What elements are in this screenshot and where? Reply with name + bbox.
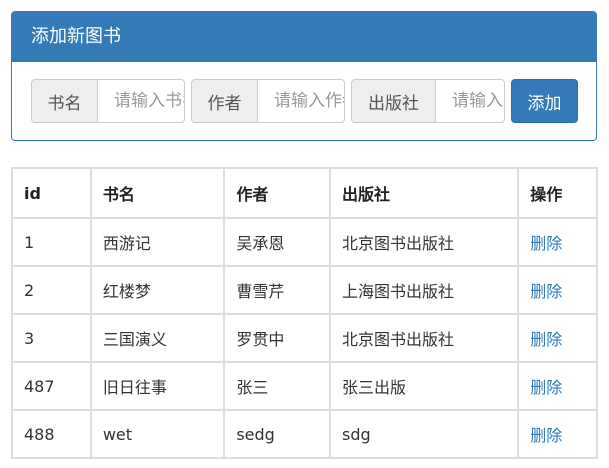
author-label: 作者	[191, 79, 257, 123]
cell-name: wet	[89, 409, 226, 459]
cell-author: 罗贯中	[223, 313, 332, 363]
cell-id: 487	[11, 361, 92, 411]
cell-author: 曹雪芹	[223, 265, 332, 315]
cell-action: 删除	[517, 265, 598, 315]
cell-publisher: 北京图书出版社	[329, 313, 520, 363]
publisher-input[interactable]	[435, 79, 505, 123]
cell-publisher: 上海图书出版社	[329, 265, 520, 315]
add-book-panel: 添加新图书 书名 作者 出版社 添加	[11, 11, 597, 141]
cell-author: 吴承恩	[223, 217, 332, 267]
delete-link[interactable]: 删除	[530, 378, 562, 397]
delete-link[interactable]: 删除	[530, 426, 562, 445]
publisher-label: 出版社	[351, 79, 435, 123]
cell-id: 488	[11, 409, 92, 459]
cell-publisher: 北京图书出版社	[329, 217, 520, 267]
cell-name: 西游记	[89, 217, 226, 267]
cell-action: 删除	[517, 409, 598, 459]
publisher-input-group: 出版社	[351, 79, 505, 123]
cell-id: 1	[11, 217, 92, 267]
cell-action: 删除	[517, 361, 598, 411]
cell-author: 张三	[223, 361, 332, 411]
name-label: 书名	[31, 79, 97, 123]
panel-body: 书名 作者 出版社 添加	[12, 62, 596, 140]
name-input-group: 书名	[31, 79, 185, 123]
header-name: 书名	[89, 167, 226, 219]
add-button[interactable]: 添加	[511, 79, 578, 123]
header-publisher: 出版社	[329, 167, 520, 219]
books-table: id 书名 作者 出版社 操作 1 西游记 吴承恩 北京图书出版社 删除 2 红…	[11, 167, 598, 459]
header-author: 作者	[223, 167, 332, 219]
cell-publisher: 张三出版	[329, 361, 520, 411]
table-row: 487 旧日往事 张三 张三出版 删除	[11, 361, 598, 411]
cell-name: 旧日往事	[89, 361, 226, 411]
table-row: 3 三国演义 罗贯中 北京图书出版社 删除	[11, 313, 598, 363]
cell-action: 删除	[517, 217, 598, 267]
delete-link[interactable]: 删除	[530, 234, 562, 253]
author-input[interactable]	[257, 79, 345, 123]
delete-link[interactable]: 删除	[530, 282, 562, 301]
cell-publisher: sdg	[329, 409, 520, 459]
panel-title: 添加新图书	[12, 12, 596, 62]
cell-name: 红楼梦	[89, 265, 226, 315]
table-row: 488 wet sedg sdg 删除	[11, 409, 598, 459]
table-row: 1 西游记 吴承恩 北京图书出版社 删除	[11, 217, 598, 267]
cell-id: 2	[11, 265, 92, 315]
delete-link[interactable]: 删除	[530, 330, 562, 349]
header-id: id	[11, 167, 92, 219]
header-action: 操作	[517, 167, 598, 219]
name-input[interactable]	[97, 79, 185, 123]
cell-author: sedg	[223, 409, 332, 459]
author-input-group: 作者	[191, 79, 345, 123]
cell-id: 3	[11, 313, 92, 363]
table-header-row: id 书名 作者 出版社 操作	[11, 167, 598, 219]
table-row: 2 红楼梦 曹雪芹 上海图书出版社 删除	[11, 265, 598, 315]
cell-action: 删除	[517, 313, 598, 363]
cell-name: 三国演义	[89, 313, 226, 363]
